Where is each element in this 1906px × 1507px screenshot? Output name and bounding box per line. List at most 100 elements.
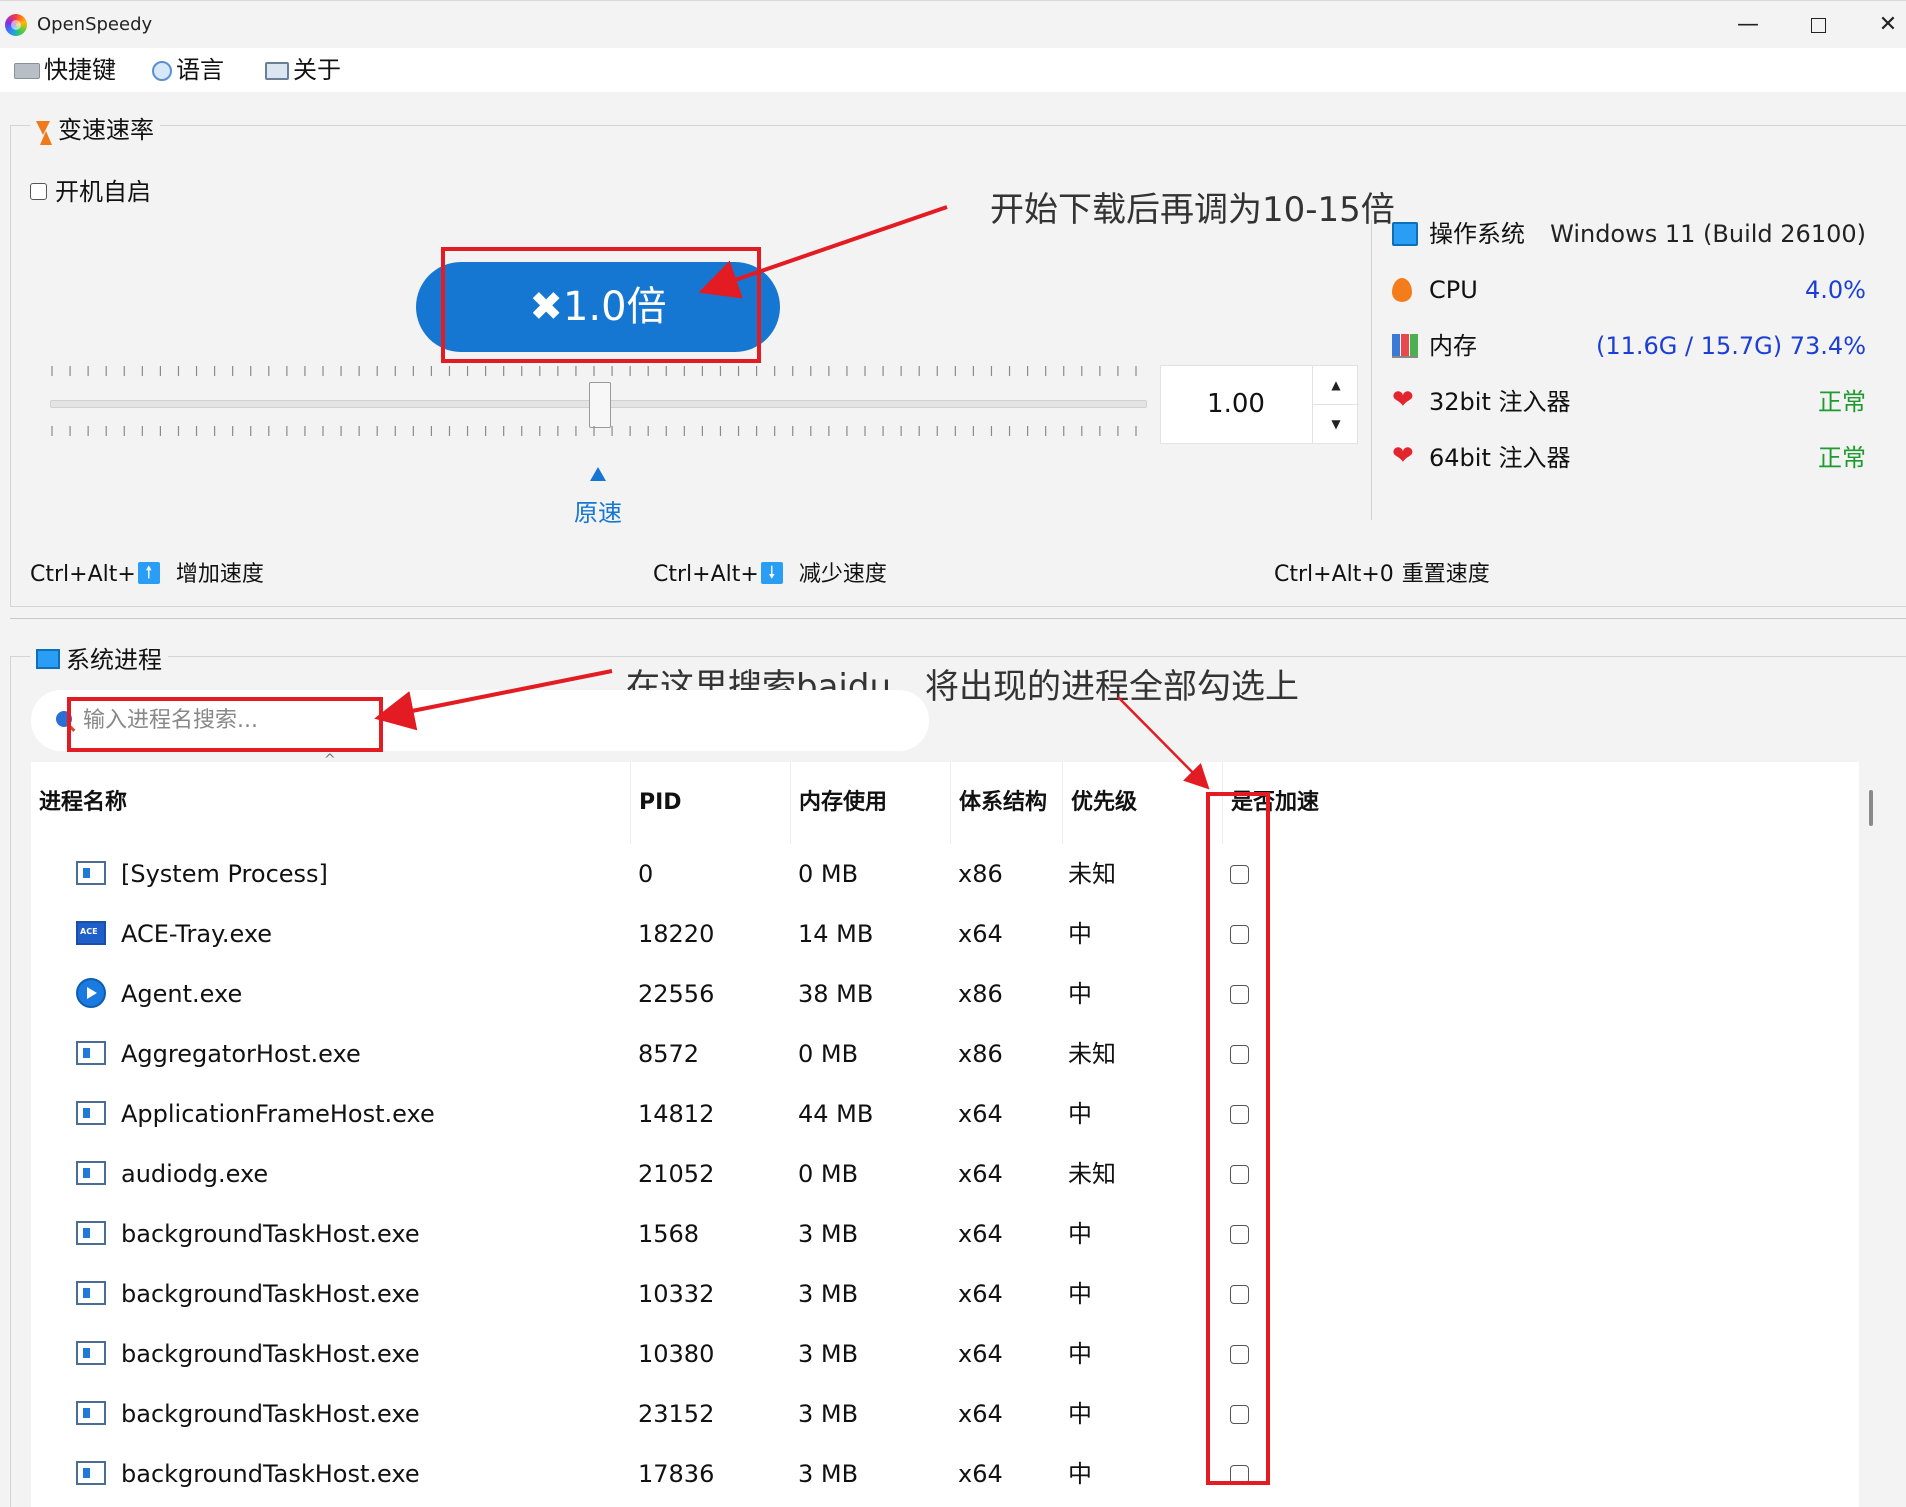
sysinfo-memory-value: (11.6G / 15.7G) 73.4% xyxy=(1595,332,1866,360)
table-row[interactable]: backgroundTaskHost.exe 17836 3 MB x64 中 xyxy=(31,1444,1859,1504)
hotkey-decrease: Ctrl+Alt+ 🠗 减少速度 xyxy=(653,556,887,588)
table-row[interactable]: backgroundTaskHost.exe 10380 3 MB x64 中 xyxy=(31,1324,1859,1384)
table-row[interactable]: ApplicationFrameHost.exe 14812 44 MB x64 中 xyxy=(31,1084,1859,1144)
process-memory-cell: 3 MB xyxy=(798,1340,859,1368)
hotkey-reset-prefix: Ctrl+Alt+0 xyxy=(1274,562,1394,587)
title-bar: OpenSpeedy — ✕ xyxy=(0,0,1906,49)
autostart-checkbox[interactable]: 开机自启 xyxy=(30,172,151,207)
process-arch-cell: x64 xyxy=(958,1460,1003,1488)
spin-up-button[interactable]: ▲ xyxy=(1312,366,1359,405)
speed-spinbox-value[interactable]: 1.00 xyxy=(1161,366,1311,443)
process-memory-cell: 3 MB xyxy=(798,1280,859,1308)
table-row[interactable]: backgroundTaskHost.exe 10332 3 MB x64 中 xyxy=(31,1264,1859,1324)
process-memory-cell: 0 MB xyxy=(798,860,859,888)
process-name-cell: backgroundTaskHost.exe xyxy=(121,1400,420,1428)
original-speed-arrow-icon xyxy=(590,467,606,481)
agent-app-icon xyxy=(76,978,106,1008)
slider-ticks-top xyxy=(51,366,1137,376)
column-header-arch[interactable]: 体系结构 xyxy=(951,762,1063,844)
hotkey-increase-prefix: Ctrl+Alt+ xyxy=(30,562,136,587)
minimize-button[interactable]: — xyxy=(1718,5,1778,45)
table-row[interactable]: backgroundTaskHost.exe 1568 3 MB x64 中 xyxy=(31,1204,1859,1264)
window-app-icon xyxy=(76,1101,106,1125)
process-table: 进程名称 PID 内存使用 体系结构 优先级 是否加速 [System Proc… xyxy=(31,762,1859,1507)
process-arch-cell: x86 xyxy=(958,1040,1003,1068)
globe-icon xyxy=(152,61,172,81)
heart-icon xyxy=(1392,388,1418,414)
process-memory-cell: 38 MB xyxy=(798,980,874,1008)
column-header-pid[interactable]: PID xyxy=(631,762,791,844)
process-priority-cell: 中 xyxy=(1068,1220,1092,1248)
book-icon xyxy=(265,62,289,80)
table-scrollbar-thumb[interactable] xyxy=(1869,790,1873,826)
spin-down-button[interactable]: ▼ xyxy=(1312,405,1359,443)
sysinfo-cpu-label: CPU xyxy=(1429,276,1478,304)
process-pid-cell: 18220 xyxy=(638,920,715,948)
original-speed-label[interactable]: 原速 xyxy=(574,493,622,528)
window-app-icon xyxy=(76,1341,106,1365)
hotkey-reset-text: 重置速度 xyxy=(1401,562,1490,587)
ace-app-icon xyxy=(76,921,106,945)
sysinfo-os-label: 操作系统 xyxy=(1429,220,1525,248)
process-arch-cell: x64 xyxy=(958,1280,1003,1308)
process-priority-cell: 中 xyxy=(1068,980,1092,1008)
process-name-cell: backgroundTaskHost.exe xyxy=(121,1340,420,1368)
process-priority-cell: 中 xyxy=(1068,1100,1092,1128)
speed-annotation: 开始下载后再调为10-15倍 xyxy=(990,190,1395,230)
process-priority-cell: 中 xyxy=(1068,1340,1092,1368)
menu-about-label: 关于 xyxy=(293,56,341,84)
sysinfo-os: 操作系统 Windows 11 (Build 26100) xyxy=(1392,214,1866,254)
sysinfo-injector-64-status: 正常 xyxy=(1818,444,1866,472)
process-name-cell: ApplicationFrameHost.exe xyxy=(121,1100,435,1128)
sort-ascending-icon: ^ xyxy=(324,752,336,768)
close-button[interactable]: ✕ xyxy=(1858,5,1906,45)
sysinfo-cpu-value: 4.0% xyxy=(1805,276,1866,304)
menu-language[interactable]: 语言 xyxy=(152,54,224,86)
speed-spinbox[interactable]: 1.00 ▲ ▼ xyxy=(1160,365,1359,444)
menu-hotkeys[interactable]: 快捷键 xyxy=(14,54,116,86)
table-row[interactable]: [System Process] 0 0 MB x86 未知 xyxy=(31,844,1859,904)
table-row[interactable]: Agent.exe 22556 38 MB x86 中 xyxy=(31,964,1859,1024)
column-header-accelerate[interactable]: 是否加速 xyxy=(1223,762,1859,844)
openspeedy-window: OpenSpeedy — ✕ 快捷键 语言 关于 变速速率 开机自启 开始下载后… xyxy=(0,0,1906,1507)
process-group-title-text: 系统进程 xyxy=(66,646,162,674)
section-separator xyxy=(10,618,1906,619)
sysinfo-memory-label: 内存 xyxy=(1429,332,1477,360)
process-name-cell: backgroundTaskHost.exe xyxy=(121,1280,420,1308)
process-pid-cell: 1568 xyxy=(638,1220,700,1248)
speed-group-title-text: 变速速率 xyxy=(58,116,154,144)
lightning-icon xyxy=(36,121,52,145)
hotkey-decrease-text: 减少速度 xyxy=(798,562,887,587)
annotation-box-search xyxy=(67,697,383,752)
column-header-memory[interactable]: 内存使用 xyxy=(791,762,951,844)
sysinfo-injector-32: 32bit 注入器 正常 xyxy=(1392,382,1866,422)
window-title: OpenSpeedy xyxy=(37,14,153,35)
process-pid-cell: 10332 xyxy=(638,1280,715,1308)
autostart-checkbox-box[interactable] xyxy=(30,182,47,200)
process-name-cell: ACE-Tray.exe xyxy=(121,920,273,948)
table-row[interactable]: backgroundTaskHost.exe 23152 3 MB x64 中 xyxy=(31,1384,1859,1444)
slider-handle[interactable] xyxy=(589,382,611,428)
process-memory-cell: 14 MB xyxy=(798,920,874,948)
column-header-priority[interactable]: 优先级 xyxy=(1063,762,1223,844)
process-arch-cell: x64 xyxy=(958,1220,1003,1248)
table-row[interactable]: audiodg.exe 21052 0 MB x64 未知 xyxy=(31,1144,1859,1204)
column-header-name[interactable]: 进程名称 xyxy=(31,762,631,844)
maximize-button[interactable] xyxy=(1788,5,1848,45)
menu-hotkeys-label: 快捷键 xyxy=(44,56,116,84)
maximize-icon xyxy=(1810,17,1826,33)
window-app-icon xyxy=(76,1281,106,1305)
table-row[interactable]: AggregatorHost.exe 8572 0 MB x86 未知 xyxy=(31,1024,1859,1084)
window-app-icon xyxy=(76,1041,106,1065)
menu-about[interactable]: 关于 xyxy=(265,54,341,86)
sysinfo-injector-32-status: 正常 xyxy=(1818,388,1866,416)
heart-icon xyxy=(1392,444,1418,470)
process-name-cell: [System Process] xyxy=(121,860,328,888)
sysinfo-memory: 内存 (11.6G / 15.7G) 73.4% xyxy=(1392,326,1866,366)
speed-slider[interactable] xyxy=(50,362,1147,452)
sysinfo-injector-32-label: 32bit 注入器 xyxy=(1429,388,1571,416)
computer-icon xyxy=(36,649,60,669)
app-logo-icon xyxy=(5,14,27,36)
up-arrow-icon: 🠕 xyxy=(137,562,160,584)
table-row[interactable]: ACE-Tray.exe 18220 14 MB x64 中 xyxy=(31,904,1859,964)
